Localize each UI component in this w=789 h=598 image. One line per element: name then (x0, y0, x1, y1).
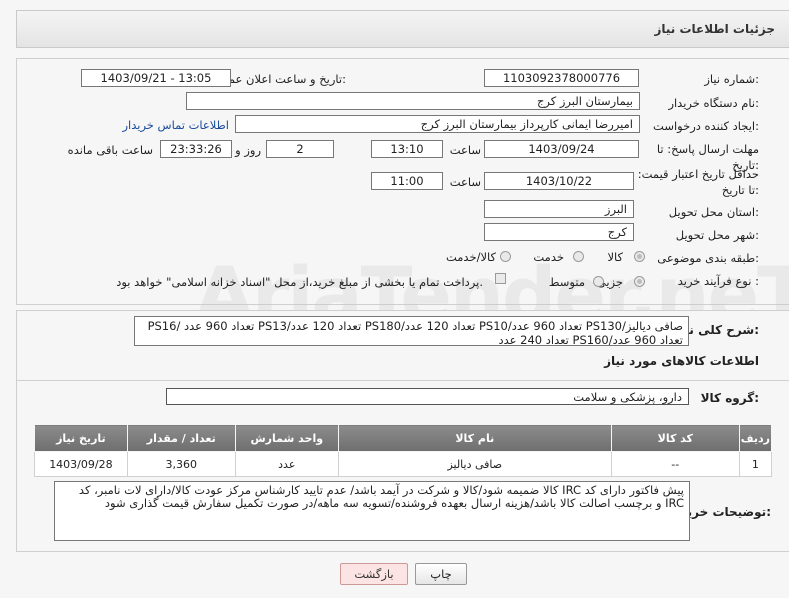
goods-table: ردیف کد کالا نام کالا واحد شمارش تعداد /… (34, 424, 773, 477)
need-number-field: 1103092378000776 (484, 69, 639, 87)
col-qty: تعداد / مقدار (126, 424, 236, 452)
buyer-org-label: نام دستگاه خریدار: (668, 96, 759, 110)
requester-label: ایجاد کننده درخواست: (653, 119, 759, 133)
goods-group-field: دارو، پزشکی و سلامت (166, 388, 689, 405)
province-field: البرز (484, 200, 634, 218)
summary-textarea: صافی دیالیز/PS130 تعداد 960 عدد/PS10 تعد… (134, 316, 689, 346)
col-row: ردیف (738, 424, 773, 452)
process-partial-radio[interactable] (634, 276, 645, 287)
reply-time-label: ساعت (449, 143, 481, 157)
requester-field: امیررضا ایمانی کارپرداز بیمارستان البرز … (235, 115, 640, 133)
buyer-contact-link[interactable]: اطلاعات تماس خریدار (122, 118, 229, 132)
table-row: 1 -- صافی دیالیز عدد 3,360 1403/09/28 (34, 451, 773, 477)
treasury-note: پرداخت تمام یا بخشی از مبلغ خرید،از محل … (116, 275, 483, 289)
province-label: استان محل تحویل: (668, 205, 759, 219)
col-date: تاریخ نیاز (34, 424, 128, 452)
need-number-label: شماره نیاز: (704, 72, 759, 86)
treasury-checkbox[interactable] (495, 273, 506, 284)
days-label: روز و (235, 143, 261, 157)
header-panel: جزئیات اطلاعات نیاز (16, 10, 789, 48)
reply-time-field: 13:10 (371, 140, 443, 158)
city-label: شهر محل تحویل: (675, 228, 759, 242)
category-goods-radio[interactable] (634, 251, 645, 262)
remaining-time-field: 23:33:26 (160, 140, 232, 158)
category-label: طبقه بندی موضوعی: (657, 251, 759, 265)
category-service-radio[interactable] (573, 251, 584, 262)
validity-time-label: ساعت (449, 175, 481, 189)
category-service-label: خدمت (533, 250, 564, 264)
validity-time-field: 11:00 (371, 172, 443, 190)
cell-date: 1403/09/28 (34, 451, 128, 477)
process-medium-radio[interactable] (593, 276, 604, 287)
process-type-label: نوع فرآیند خرید : (677, 274, 759, 288)
category-goods-service-label: کالا/خدمت (445, 250, 496, 264)
col-unit: واحد شمارش (234, 424, 339, 452)
reply-days-field: 2 (266, 140, 334, 158)
goods-info-heading: اطلاعات کالاهای مورد نیاز (604, 354, 759, 368)
price-validity-label: حداقل تاریخ اعتبار قیمت: تا تاریخ: (637, 167, 759, 197)
back-button[interactable]: بازگشت (340, 563, 408, 585)
cell-row: 1 (738, 451, 773, 477)
col-code: کد کالا (610, 424, 740, 452)
cell-name: صافی دیالیز (337, 451, 612, 477)
category-goods-label: کالا (607, 250, 623, 264)
city-field: کرج (484, 223, 634, 241)
goods-group-label: گروه کالا: (700, 391, 759, 405)
reply-date-field: 1403/09/24 (484, 140, 639, 158)
col-name: نام کالا (337, 424, 612, 452)
cell-qty: 3,360 (126, 451, 236, 477)
category-goods-service-radio[interactable] (500, 251, 511, 262)
validity-date-field: 1403/10/22 (484, 172, 634, 190)
cell-code: -- (610, 451, 740, 477)
announce-datetime-field: 1403/09/21 - 13:05 (81, 69, 231, 87)
process-medium-label: متوسط (548, 275, 585, 289)
buyer-notes-textarea: پیش فاکتور دارای کد IRC کالا ضمیمه شود/ک… (54, 481, 690, 541)
buyer-org-field: بیمارستان البرز کرج (186, 92, 640, 110)
page-title: جزئیات اطلاعات نیاز (654, 22, 775, 36)
remaining-label: ساعت باقی مانده (67, 143, 153, 157)
cell-unit: عدد (234, 451, 339, 477)
print-button[interactable]: چاپ (415, 563, 467, 585)
